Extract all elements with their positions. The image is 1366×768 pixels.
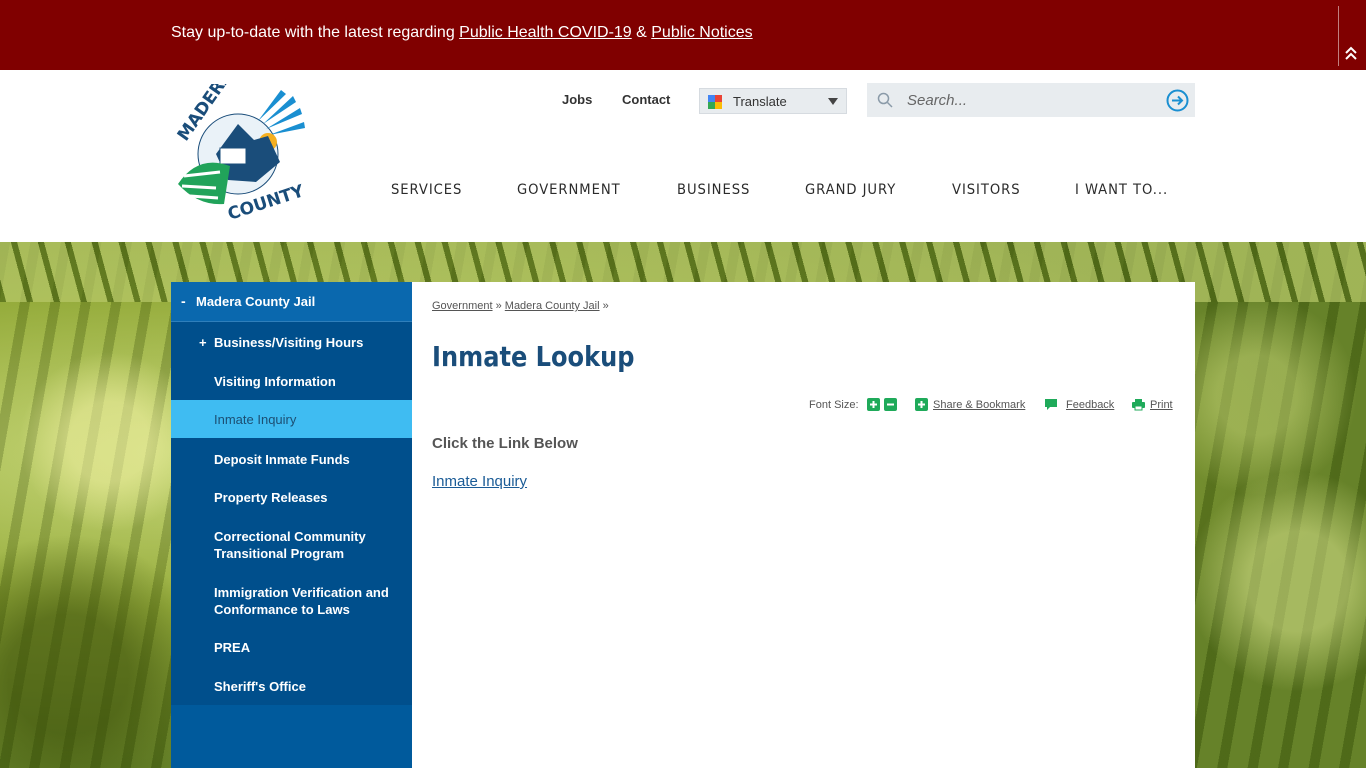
sidebar-item-visiting-information[interactable]: Visiting Information — [171, 373, 412, 390]
share-plus-icon — [915, 398, 928, 411]
font-decrease-icon[interactable] — [884, 398, 897, 411]
sidebar-top-label: Madera County Jail — [196, 294, 316, 309]
search-box — [867, 83, 1195, 117]
page-title: Inmate Lookup — [432, 340, 635, 373]
sidebar-item-deposit-inmate-funds[interactable]: Deposit Inmate Funds — [171, 451, 412, 468]
translate-label: Translate — [733, 94, 787, 109]
expand-plus-icon[interactable]: + — [199, 334, 207, 351]
breadcrumb: Government » Madera County Jail » — [432, 300, 609, 312]
page-tools: Font Size: Share & Bookmark Feedback Pri… — [809, 398, 1179, 414]
sidebar-item-inmate-inquiry[interactable]: Inmate Inquiry — [171, 400, 412, 438]
sidebar-item-madera-county-jail[interactable]: - Madera County Jail — [171, 282, 412, 322]
search-input[interactable] — [907, 89, 1157, 111]
translate-dropdown[interactable]: Translate — [699, 88, 847, 114]
sidebar-item-property-releases[interactable]: Property Releases — [171, 489, 412, 506]
feedback-icon — [1045, 399, 1057, 410]
inmate-inquiry-link[interactable]: Inmate Inquiry — [432, 473, 527, 490]
sidebar-item-immigration-verification[interactable]: Immigration Verification and Conformance… — [171, 584, 412, 618]
feedback-link[interactable]: Feedback — [1066, 399, 1114, 411]
google-translate-icon — [708, 95, 722, 109]
sidebar-item-correctional-community-transitional-program[interactable]: Correctional Community Transitional Prog… — [171, 528, 381, 562]
sidebar-item-prea[interactable]: PREA — [171, 639, 412, 656]
nav-grand-jury[interactable]: GRAND JURY — [805, 178, 896, 202]
contact-link[interactable]: Contact — [622, 92, 670, 107]
chevron-double-up-icon[interactable] — [1343, 44, 1359, 62]
alert-bar: Stay up-to-date with the latest regardin… — [0, 0, 1366, 70]
covid-link[interactable]: Public Health COVID-19 — [459, 24, 632, 41]
sidebar-submenu: + Business/Visiting Hours Visiting Infor… — [171, 322, 412, 705]
breadcrumb-government[interactable]: Government — [432, 300, 493, 312]
content-panel: Government » Madera County Jail » Inmate… — [412, 282, 1195, 768]
breadcrumb-madera-county-jail[interactable]: Madera County Jail — [505, 300, 600, 312]
madera-county-logo[interactable]: MADERA COUNTY — [168, 84, 312, 224]
nav-i-want-to[interactable]: I WANT TO... — [1075, 178, 1168, 202]
nav-services[interactable]: SERVICES — [391, 178, 462, 202]
instructions-text: Click the Link Below — [432, 435, 578, 452]
share-bookmark-link[interactable]: Share & Bookmark — [933, 399, 1025, 411]
public-notices-link[interactable]: Public Notices — [651, 24, 752, 41]
print-link[interactable]: Print — [1150, 399, 1173, 411]
collapse-minus-icon[interactable]: - — [181, 293, 186, 309]
alert-divider — [1338, 6, 1339, 66]
font-increase-icon[interactable] — [867, 398, 880, 411]
nav-government[interactable]: GOVERNMENT — [517, 178, 621, 202]
site-header: MADERA COUNTY Jobs Contact Translate SER… — [0, 70, 1366, 242]
sidebar-item-business-visiting-hours[interactable]: + Business/Visiting Hours — [171, 334, 412, 351]
sidebar-nav: - Madera County Jail + Business/Visiting… — [171, 282, 412, 768]
search-icon — [877, 92, 893, 108]
print-icon — [1132, 399, 1145, 411]
jobs-link[interactable]: Jobs — [562, 92, 592, 107]
nav-visitors[interactable]: VISITORS — [952, 178, 1021, 202]
sidebar-item-sheriffs-office[interactable]: Sheriff's Office — [171, 678, 412, 695]
arrow-right-circle-icon[interactable] — [1166, 89, 1189, 112]
alert-message: Stay up-to-date with the latest regardin… — [171, 24, 753, 41]
caret-down-icon — [828, 98, 838, 105]
main-nav: SERVICES GOVERNMENT BUSINESS GRAND JURY … — [391, 178, 1174, 202]
nav-business[interactable]: BUSINESS — [677, 178, 750, 202]
font-size-label: Font Size: — [809, 399, 859, 411]
